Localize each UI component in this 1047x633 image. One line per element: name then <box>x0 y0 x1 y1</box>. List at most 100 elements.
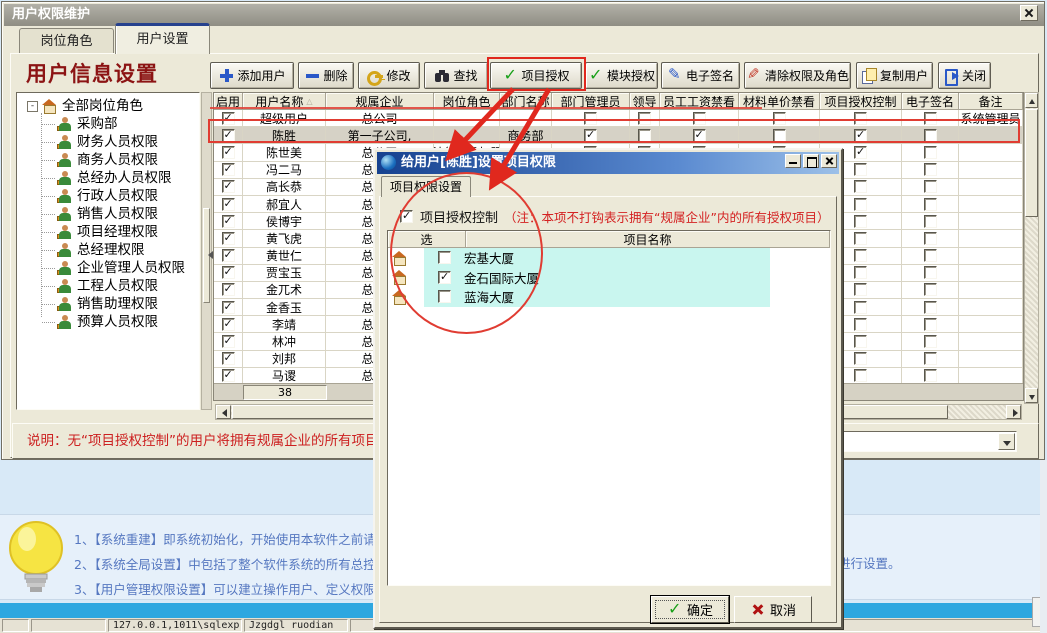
table-cell[interactable] <box>959 248 1023 265</box>
tab-position-roles[interactable]: 岗位角色 <box>19 28 114 54</box>
dialog-titlebar[interactable]: 给用户[陈胜]设置项目权限 <box>377 152 839 174</box>
add-user-button[interactable]: 添加用户 <box>210 62 294 89</box>
tree-item-role[interactable]: 预算人员权限 <box>17 313 199 331</box>
scroll-down-icon[interactable] <box>1025 388 1038 403</box>
tree-item-role[interactable]: 行政人员权限 <box>17 187 199 205</box>
checkbox[interactable] <box>222 198 235 211</box>
tree-item-role[interactable]: 总经理权限 <box>17 241 199 259</box>
checkbox[interactable] <box>924 215 937 228</box>
dialog-minimize-button[interactable] <box>785 154 801 168</box>
tree-root-all-roles[interactable]: -全部岗位角色 <box>17 97 199 115</box>
delete-button[interactable]: 删除 <box>298 62 354 89</box>
tab-user-settings[interactable]: 用户设置 <box>115 23 210 54</box>
table-cell[interactable] <box>959 333 1023 350</box>
checkbox[interactable] <box>222 215 235 228</box>
table-cell[interactable] <box>214 282 243 299</box>
checkbox[interactable] <box>222 301 235 314</box>
table-cell[interactable] <box>214 351 243 368</box>
checkbox[interactable] <box>222 163 235 176</box>
table-cell[interactable] <box>959 144 1023 161</box>
table-cell[interactable] <box>214 230 243 247</box>
checkbox[interactable] <box>854 163 867 176</box>
table-cell[interactable] <box>959 351 1023 368</box>
checkbox[interactable] <box>924 352 937 365</box>
table-cell[interactable] <box>959 230 1023 247</box>
table-cell[interactable]: 陈世美 <box>243 144 326 161</box>
checkbox[interactable] <box>924 369 937 382</box>
tree-item-role[interactable]: 财务人员权限 <box>17 133 199 151</box>
table-cell[interactable] <box>214 299 243 316</box>
esign-button[interactable]: 电子签名 <box>661 62 740 89</box>
checkbox[interactable] <box>222 283 235 296</box>
checkbox[interactable] <box>924 318 937 331</box>
tree-item-role[interactable]: 采购部 <box>17 115 199 133</box>
checkbox[interactable] <box>222 249 235 262</box>
table-cell[interactable] <box>902 144 959 161</box>
table-cell[interactable] <box>902 179 959 196</box>
tree-item-role[interactable]: 工程人员权限 <box>17 277 199 295</box>
checkbox[interactable] <box>222 318 235 331</box>
checkbox[interactable] <box>924 180 937 193</box>
tree-item-role[interactable]: 销售人员权限 <box>17 205 199 223</box>
table-cell[interactable] <box>902 162 959 179</box>
table-cell[interactable] <box>214 333 243 350</box>
table-cell[interactable]: 贾宝玉 <box>243 265 326 282</box>
table-cell[interactable]: 金兀术 <box>243 282 326 299</box>
checkbox[interactable] <box>924 335 937 348</box>
dialog-maximize-button[interactable] <box>803 154 819 168</box>
checkbox[interactable] <box>924 163 937 176</box>
checkbox[interactable] <box>854 369 867 382</box>
table-cell[interactable] <box>902 282 959 299</box>
table-cell[interactable]: 黄飞虎 <box>243 230 326 247</box>
scroll-up-icon[interactable] <box>1025 93 1038 108</box>
table-cell[interactable] <box>214 179 243 196</box>
table-cell[interactable]: 林冲 <box>243 333 326 350</box>
chevron-down-icon[interactable] <box>998 433 1015 450</box>
table-cell[interactable] <box>902 265 959 282</box>
checkbox[interactable] <box>924 232 937 245</box>
dialog-close-button[interactable] <box>821 154 837 168</box>
checkbox[interactable] <box>222 232 235 245</box>
table-vertical-scrollbar[interactable] <box>1024 92 1039 404</box>
collapse-left-icon[interactable] <box>204 251 213 259</box>
checkbox[interactable] <box>924 266 937 279</box>
module-auth-button[interactable]: 模块授权 <box>585 62 658 89</box>
copy-user-button[interactable]: 复制用户 <box>856 62 933 89</box>
tree-item-role[interactable]: 商务人员权限 <box>17 151 199 169</box>
checkbox[interactable] <box>854 180 867 193</box>
checkbox[interactable] <box>854 283 867 296</box>
table-cell[interactable] <box>214 248 243 265</box>
tree-item-role[interactable]: 销售助理权限 <box>17 295 199 313</box>
table-cell[interactable] <box>902 196 959 213</box>
scroll-left-icon[interactable] <box>216 405 231 419</box>
table-cell[interactable]: 刘邦 <box>243 351 326 368</box>
table-cell[interactable] <box>902 316 959 333</box>
checkbox[interactable] <box>854 249 867 262</box>
close-button[interactable]: 关闭 <box>938 62 991 89</box>
table-cell[interactable]: 金香玉 <box>243 299 326 316</box>
table-cell[interactable] <box>959 179 1023 196</box>
table-cell[interactable] <box>214 196 243 213</box>
table-cell[interactable] <box>959 299 1023 316</box>
checkbox[interactable] <box>854 146 867 159</box>
table-cell[interactable]: 黄世仁 <box>243 248 326 265</box>
modify-button[interactable]: 修改 <box>358 62 420 89</box>
table-cell[interactable] <box>959 162 1023 179</box>
role-tree[interactable]: -全部岗位角色采购部财务人员权限商务人员权限总经办人员权限行政人员权限销售人员权… <box>16 92 200 410</box>
checkbox[interactable] <box>854 215 867 228</box>
window-close-button[interactable] <box>1020 5 1038 21</box>
checkbox[interactable] <box>222 352 235 365</box>
column-header[interactable]: 电子签名 <box>902 93 959 110</box>
table-cell[interactable] <box>214 162 243 179</box>
table-cell[interactable]: 冯二马 <box>243 162 326 179</box>
table-cell[interactable] <box>214 316 243 333</box>
table-cell[interactable] <box>214 265 243 282</box>
checkbox[interactable] <box>854 335 867 348</box>
checkbox[interactable] <box>924 146 937 159</box>
checkbox[interactable] <box>222 180 235 193</box>
table-cell[interactable]: 郝宜人 <box>243 196 326 213</box>
collapse-icon[interactable]: - <box>27 101 38 112</box>
checkbox[interactable] <box>854 318 867 331</box>
table-cell[interactable] <box>959 265 1023 282</box>
tree-item-role[interactable]: 项目经理权限 <box>17 223 199 241</box>
